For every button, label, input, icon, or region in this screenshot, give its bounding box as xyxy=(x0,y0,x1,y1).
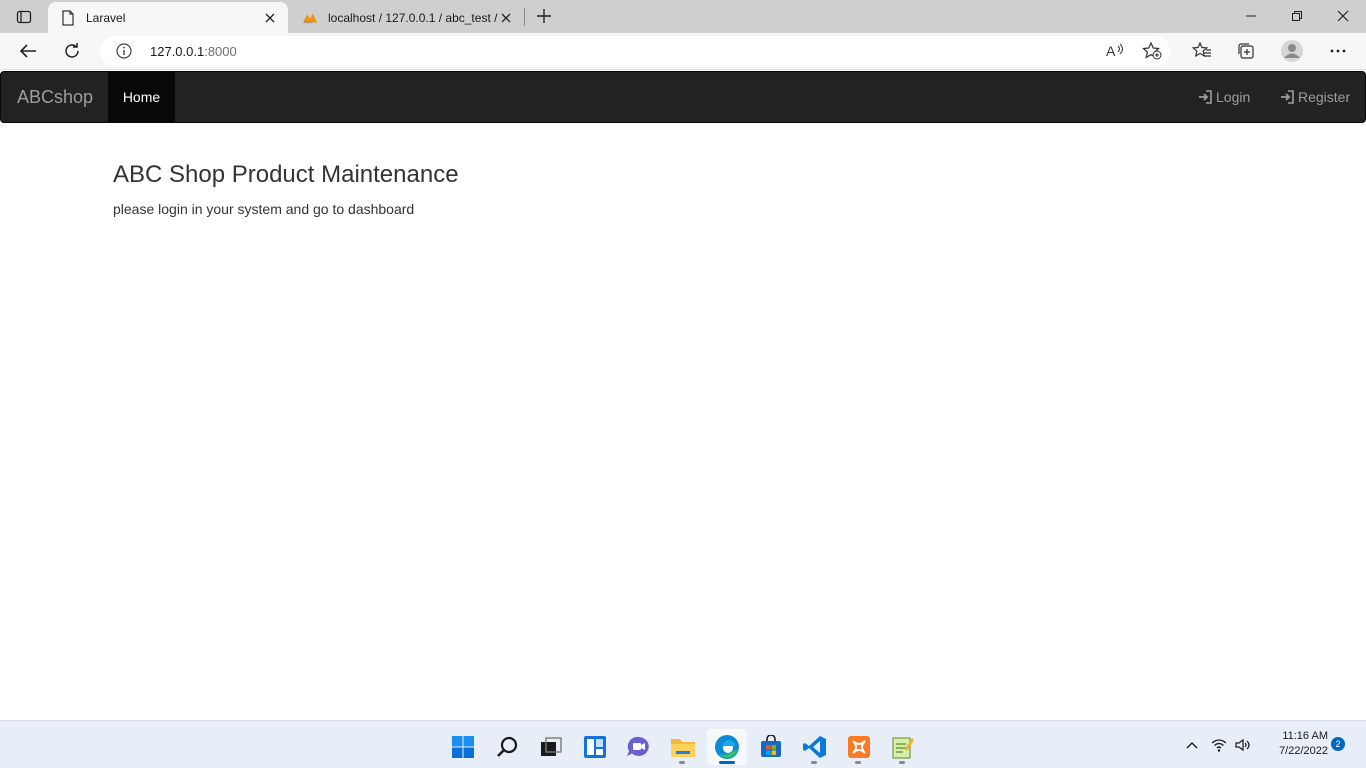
phpmyadmin-icon: PMA xyxy=(302,10,318,26)
page-title: ABC Shop Product Maintenance xyxy=(113,161,459,188)
tab-phpmyadmin[interactable]: PMA localhost / 127.0.0.1 / abc_test / p xyxy=(290,2,524,33)
speaker-icon xyxy=(1235,738,1250,752)
volume-button[interactable] xyxy=(1235,737,1251,753)
site-navbar: ABCshop Home Login Register xyxy=(0,71,1366,123)
windows-taskbar xyxy=(0,720,1366,768)
info-icon[interactable] xyxy=(116,43,132,59)
show-hidden-icons-button[interactable] xyxy=(1184,737,1200,753)
task-view-button[interactable] xyxy=(531,729,571,765)
brand-link[interactable]: ABCshop xyxy=(17,87,93,108)
active-indicator xyxy=(719,761,735,764)
close-icon xyxy=(1337,10,1349,22)
page-description: please login in your system and go to da… xyxy=(113,201,415,217)
vscode-button[interactable] xyxy=(795,729,835,765)
clock-date: 7/22/2022 xyxy=(1279,745,1328,757)
notification-badge[interactable]: 2 xyxy=(1331,737,1345,751)
avatar-icon xyxy=(1281,40,1303,62)
widgets-button[interactable] xyxy=(575,729,615,765)
notepad-icon xyxy=(892,737,914,759)
tab-separator xyxy=(524,8,525,26)
chevron-up-icon xyxy=(1186,742,1198,749)
start-button[interactable] xyxy=(443,729,483,765)
favorites-icon xyxy=(1192,42,1211,58)
close-icon xyxy=(501,13,511,22)
file-explorer-button[interactable] xyxy=(663,729,703,765)
search-icon xyxy=(497,736,518,757)
close-window-button[interactable] xyxy=(1320,0,1366,32)
taskbar-clock[interactable]: 11:16 AM 7/22/2022 xyxy=(1262,729,1328,759)
svg-text:A: A xyxy=(1106,43,1116,59)
log-in-icon xyxy=(1281,90,1294,104)
browser-toolbar: 127.0.0.1:8000 A xyxy=(0,33,1366,70)
running-indicator xyxy=(899,761,905,764)
plus-icon xyxy=(537,9,551,23)
running-indicator xyxy=(811,761,817,764)
edge-browser-icon xyxy=(715,735,739,759)
url-host: 127.0.0.1 xyxy=(150,44,205,59)
register-label: Register xyxy=(1298,89,1351,105)
svg-text:PMA: PMA xyxy=(304,20,312,24)
tab-laravel[interactable]: Laravel xyxy=(48,2,288,33)
login-label: Login xyxy=(1216,89,1251,105)
microsoft-store-icon xyxy=(761,735,781,757)
network-button[interactable] xyxy=(1211,737,1227,753)
favorites-button[interactable] xyxy=(1188,37,1216,65)
read-aloud-icon[interactable]: A xyxy=(1106,43,1124,59)
back-arrow-icon xyxy=(19,44,36,58)
refresh-button[interactable] xyxy=(58,37,86,65)
wifi-icon xyxy=(1211,739,1227,752)
close-tab-button[interactable] xyxy=(498,10,514,26)
windows-start-icon xyxy=(452,736,474,758)
nav-home-link[interactable]: Home xyxy=(108,72,175,122)
collections-icon xyxy=(1238,43,1254,59)
settings-menu-button[interactable] xyxy=(1324,37,1352,65)
tab-actions-icon xyxy=(16,10,32,24)
running-indicator xyxy=(679,761,685,764)
xampp-icon xyxy=(848,736,870,758)
browser-tab-strip: Laravel PMA localhost / 127.0.0.1 / abc_… xyxy=(0,0,1366,33)
new-tab-button[interactable] xyxy=(532,4,556,28)
profile-button[interactable] xyxy=(1278,37,1306,65)
task-view-icon xyxy=(541,737,562,756)
address-bar[interactable]: 127.0.0.1:8000 A xyxy=(100,36,1170,66)
file-explorer-icon xyxy=(671,739,695,757)
page-icon xyxy=(60,9,76,26)
running-indicator xyxy=(855,761,861,764)
minimize-button[interactable] xyxy=(1228,0,1274,32)
tab-title: localhost / 127.0.0.1 / abc_test / p xyxy=(328,10,498,25)
edge-browser-button[interactable] xyxy=(707,729,747,765)
microsoft-store-button[interactable] xyxy=(751,729,791,765)
vscode-icon xyxy=(803,736,826,758)
teams-chat-icon xyxy=(627,736,649,756)
url-port: :8000 xyxy=(204,44,237,59)
refresh-icon xyxy=(65,43,79,58)
close-icon xyxy=(265,13,275,22)
log-in-icon xyxy=(1199,90,1212,104)
close-tab-button[interactable] xyxy=(262,10,278,26)
chat-button[interactable] xyxy=(619,729,659,765)
back-button[interactable] xyxy=(14,37,42,65)
add-favorite-icon[interactable] xyxy=(1142,42,1162,60)
more-options-icon xyxy=(1330,49,1346,53)
nav-login-link[interactable]: Login xyxy=(1198,89,1250,105)
minimize-icon xyxy=(1246,15,1256,17)
clock-time: 11:16 AM xyxy=(1282,730,1328,742)
nav-register-link[interactable]: Register xyxy=(1280,89,1350,105)
restore-icon xyxy=(1292,11,1302,21)
widgets-icon xyxy=(584,736,606,758)
url-text: 127.0.0.1:8000 xyxy=(150,44,237,59)
collections-button[interactable] xyxy=(1232,37,1260,65)
notepad-button[interactable] xyxy=(883,729,923,765)
search-button[interactable] xyxy=(487,729,527,765)
tab-title: Laravel xyxy=(86,10,126,25)
tab-actions-button[interactable] xyxy=(8,6,40,28)
restore-button[interactable] xyxy=(1274,0,1320,32)
xampp-button[interactable] xyxy=(839,729,879,765)
